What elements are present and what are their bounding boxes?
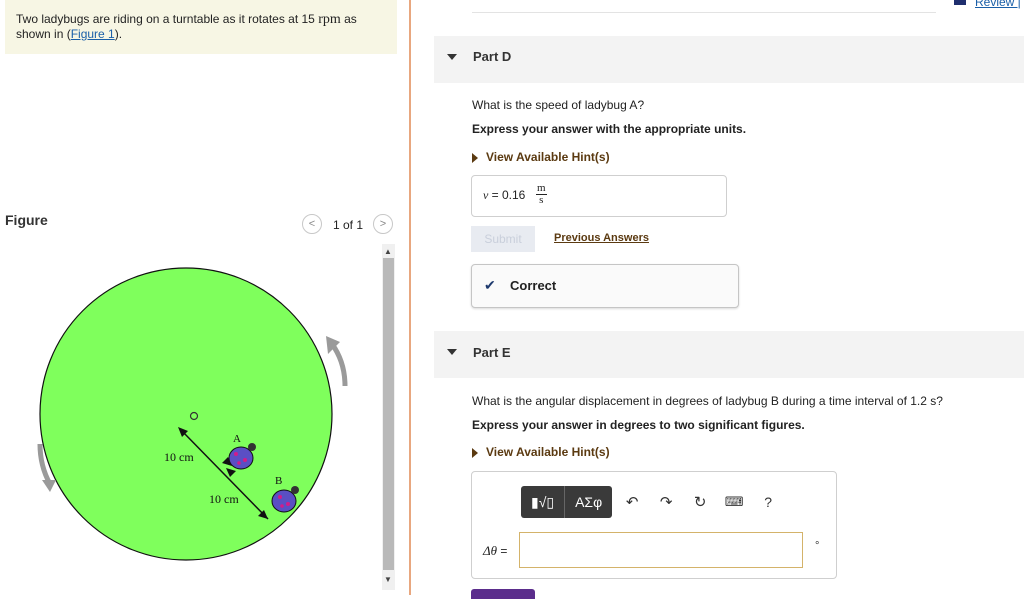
rotation-arrowhead-left xyxy=(42,480,56,492)
part-d-hint-toggle[interactable]: View Available Hint(s) xyxy=(472,150,610,164)
templates-button[interactable]: ▮√▯ xyxy=(521,486,564,518)
answer-value: = 0.16 xyxy=(488,188,526,202)
part-e-header[interactable] xyxy=(434,331,1024,378)
symbols-button[interactable]: ΑΣφ xyxy=(564,486,612,518)
distance-label-2: 10 cm xyxy=(209,492,239,506)
panel-divider[interactable] xyxy=(409,0,411,595)
figure-next-button[interactable]: > xyxy=(373,214,393,234)
part-e-title: Part E xyxy=(473,345,511,360)
part-d-header[interactable] xyxy=(434,36,1024,83)
part-d-hint-label: View Available Hint(s) xyxy=(486,150,610,164)
scroll-down-icon[interactable]: ▼ xyxy=(384,575,392,584)
part-e-answer-input[interactable] xyxy=(519,532,803,568)
math-toolbar: ▮√▯ ΑΣφ ↶ ↷ ↻ ⌨ ? xyxy=(521,486,782,518)
part-d-instruction: Express your answer with the appropriate… xyxy=(472,122,747,136)
undo-icon[interactable]: ↶ xyxy=(618,486,646,518)
part-d-submit-button[interactable]: Submit xyxy=(471,226,535,252)
part-e-instruction: Express your answer in degrees to two si… xyxy=(472,418,805,432)
scroll-up-icon[interactable]: ▲ xyxy=(384,247,392,256)
top-divider xyxy=(472,12,936,13)
caret-down-icon[interactable] xyxy=(447,54,457,60)
figure-prev-button[interactable]: < xyxy=(302,214,322,234)
keyboard-icon[interactable]: ⌨ xyxy=(720,486,748,518)
part-e-submit-button[interactable] xyxy=(471,589,535,599)
part-e-hint-label: View Available Hint(s) xyxy=(486,445,610,459)
delta-theta-symbol: Δθ xyxy=(483,543,498,558)
equals-sign: = xyxy=(497,544,508,558)
rpm-unit: rpm xyxy=(318,12,341,27)
unit-denominator: s xyxy=(539,194,544,206)
problem-text: Two ladybugs are riding on a turntable a… xyxy=(16,12,319,26)
answer-unit: m s xyxy=(536,183,547,206)
problem-text-tail: as xyxy=(340,12,357,26)
distance-label-1: 10 cm xyxy=(164,450,194,464)
previous-answers-link[interactable]: Previous Answers xyxy=(554,232,649,244)
checkmark-icon: ✔ xyxy=(484,277,496,293)
label-a: A xyxy=(233,433,241,445)
part-e-input-label: Δθ = xyxy=(483,543,507,559)
part-d-answer: v = 0.16 xyxy=(483,188,525,203)
correct-feedback-text: Correct xyxy=(510,278,557,293)
turntable-disk xyxy=(39,267,333,561)
rotation-arrow-right xyxy=(329,342,348,387)
reset-icon[interactable]: ↻ xyxy=(686,486,714,518)
turntable-figure: A B 10 cm 10 cm xyxy=(37,267,348,561)
figure-label: Figure xyxy=(5,212,48,228)
caret-down-icon[interactable] xyxy=(447,349,457,355)
label-b: B xyxy=(275,475,282,487)
review-link[interactable]: Review | xyxy=(975,0,1021,9)
part-e-question: What is the angular displacement in degr… xyxy=(472,394,943,408)
figure-scrollbar-thumb[interactable] xyxy=(383,258,394,570)
toolbar-group: ▮√▯ ΑΣφ xyxy=(521,486,613,518)
problem-text-line2: shown in ( xyxy=(16,27,71,41)
part-d-title: Part D xyxy=(473,49,512,64)
problem-text-line2-end: ). xyxy=(114,27,123,41)
help-button[interactable]: ? xyxy=(754,486,782,518)
chevron-left-icon: < xyxy=(308,218,316,230)
redo-icon[interactable]: ↷ xyxy=(652,486,680,518)
problem-statement: Two ladybugs are riding on a turntable a… xyxy=(16,12,386,42)
caret-right-icon xyxy=(472,152,478,163)
figure-page-count: 1 of 1 xyxy=(333,218,364,232)
part-d-question: What is the speed of ladybug A? xyxy=(472,98,645,112)
degree-unit: ° xyxy=(815,540,820,552)
review-icon xyxy=(954,0,966,5)
part-e-hint-toggle[interactable]: View Available Hint(s) xyxy=(472,445,610,459)
chevron-right-icon: > xyxy=(379,218,387,230)
figure-link[interactable]: Figure 1 xyxy=(71,27,115,41)
caret-right-icon xyxy=(472,447,478,458)
